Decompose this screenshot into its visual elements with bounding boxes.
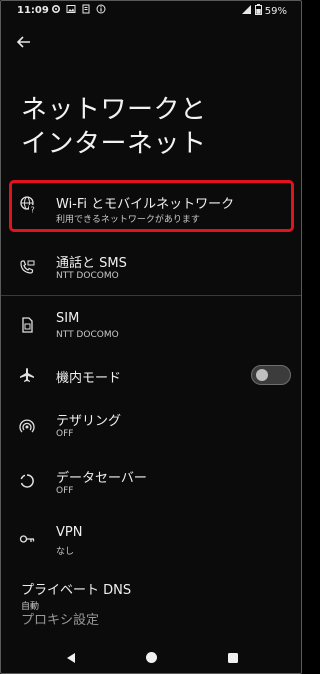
toggle-knob [256,369,268,381]
data-saver-icon [19,473,35,489]
page-title-line1: ネットワークと [21,95,207,125]
calls-sms-sub: NTT DOCOMO [56,271,119,281]
nav-recents-icon[interactable] [227,649,239,668]
private-dns-label: プライベート DNS [21,583,132,598]
sim-label: SIM [56,311,80,326]
nav-back-icon[interactable] [65,649,77,668]
navigation-bar [1,631,301,673]
airplane-mode-label: 機内モード [56,371,122,386]
notify-icon [81,4,91,18]
battery-percent: 59% [264,5,287,17]
divider [1,295,301,296]
status-icons-right: 59% [241,4,287,18]
battery-icon [254,4,262,18]
page-title-line2: インターネット [21,129,207,159]
status-time: 11:09 [17,5,49,16]
gear-icon [51,4,61,18]
calls-sms-label: 通話と SMS [56,256,127,271]
list-item-sim[interactable]: SIM NTT DOCOMO [1,307,301,351]
page-title: ネットワークと インターネット [21,93,281,161]
vpn-sub: なし [56,547,75,557]
list-item-vpn[interactable]: VPN なし [1,521,301,565]
status-icons-left [51,4,106,18]
list-item-calls-sms[interactable]: 通話と SMS NTT DOCOMO [1,248,301,292]
signal-icon [241,4,252,18]
data-saver-label: データセーバー [56,471,147,486]
status-bar: 11:09 59% [1,1,301,21]
info-icon [96,4,106,18]
nav-home-icon[interactable] [145,649,158,668]
hotspot-icon [19,418,35,434]
sim-sub: NTT DOCOMO [56,330,119,340]
tethering-sub: OFF [56,429,74,439]
airplane-mode-toggle[interactable] [251,365,291,385]
call-sms-icon [19,260,35,276]
back-arrow-icon [16,36,30,48]
list-item-data-saver[interactable]: データセーバー OFF [1,463,301,507]
tethering-label: テザリング [56,414,122,429]
vpn-label: VPN [56,525,83,540]
photo-icon [66,4,76,18]
airplane-icon [19,367,35,383]
highlight-frame [9,180,294,232]
settings-screen: 11:09 59% ネットワークと インターネット ? Wi-Fi とモバイルネ… [0,0,302,674]
vpn-key-icon [19,531,35,547]
data-saver-sub: OFF [56,486,74,496]
sim-icon [19,317,35,333]
list-item-tethering[interactable]: テザリング OFF [1,406,301,450]
back-button[interactable] [15,33,33,51]
